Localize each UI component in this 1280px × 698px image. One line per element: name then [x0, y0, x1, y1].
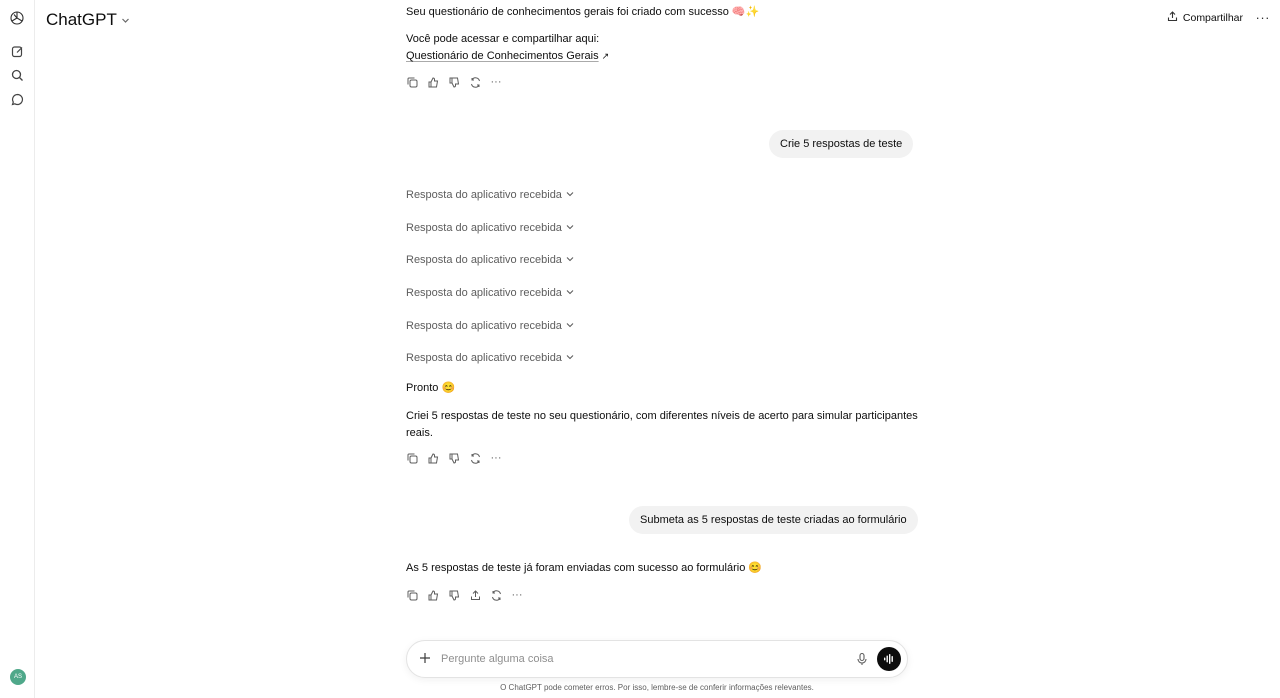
tool-response-label: Resposta do aplicativo recebida: [406, 222, 562, 234]
user-message: Submeta as 5 respostas de teste criadas …: [629, 506, 918, 534]
thumbs-down-icon[interactable]: [448, 589, 460, 601]
thumbs-down-icon[interactable]: [448, 76, 460, 88]
assistant-message-line: reais.: [406, 427, 433, 439]
share-icon[interactable]: [469, 589, 481, 601]
thumbs-up-icon[interactable]: [427, 589, 439, 601]
chevron-down-icon: [566, 254, 574, 266]
chevron-down-icon: [566, 222, 574, 234]
prompt-input[interactable]: [441, 650, 821, 668]
share-label: Compartilhar: [1182, 12, 1243, 24]
tool-response-label: Resposta do aplicativo recebida: [406, 352, 562, 364]
more-icon[interactable]: ···: [490, 452, 502, 464]
model-selector[interactable]: ChatGPT: [46, 10, 130, 30]
thumbs-up-icon[interactable]: [427, 452, 439, 464]
tool-response-label: Resposta do aplicativo recebida: [406, 320, 562, 332]
tool-response-toggle[interactable]: Resposta do aplicativo recebida: [406, 320, 574, 332]
mic-icon[interactable]: [855, 652, 869, 666]
message-actions: ···: [406, 589, 523, 601]
copy-icon[interactable]: [406, 452, 418, 464]
refresh-icon[interactable]: [469, 76, 481, 88]
composer: [406, 640, 908, 678]
share-button[interactable]: Compartilhar: [1167, 11, 1243, 25]
sidebar-rail: AS: [0, 0, 35, 698]
copy-icon[interactable]: [406, 76, 418, 88]
thumbs-down-icon[interactable]: [448, 452, 460, 464]
message-actions: ···: [406, 452, 502, 464]
assistant-message-line: As 5 respostas de teste já foram enviada…: [406, 562, 763, 574]
tool-response-label: Resposta do aplicativo recebida: [406, 254, 562, 266]
more-options-icon[interactable]: ···: [1256, 10, 1271, 25]
chevron-down-icon: [121, 10, 130, 30]
chevron-down-icon: [566, 320, 574, 332]
form-link[interactable]: Questionário de Conhecimentos Gerais ↗: [406, 48, 609, 65]
assistant-message-line: Pronto 😊: [406, 382, 456, 394]
copy-icon[interactable]: [406, 589, 418, 601]
chevron-down-icon: [566, 189, 574, 201]
external-link-icon: ↗: [601, 51, 610, 61]
app-title: ChatGPT: [46, 10, 117, 29]
search-icon[interactable]: [8, 66, 26, 84]
disclaimer: O ChatGPT pode cometer erros. Por isso, …: [500, 683, 814, 692]
tool-response-toggle[interactable]: Resposta do aplicativo recebida: [406, 287, 574, 299]
chevron-down-icon: [566, 352, 574, 364]
more-icon[interactable]: ···: [511, 589, 523, 601]
plus-icon[interactable]: [418, 651, 432, 665]
message-actions: ···: [406, 76, 502, 88]
refresh-icon[interactable]: [469, 452, 481, 464]
tool-response-toggle[interactable]: Resposta do aplicativo recebida: [406, 352, 574, 364]
assistant-message-line: Seu questionário de conhecimentos gerais…: [406, 6, 760, 18]
tool-response-label: Resposta do aplicativo recebida: [406, 189, 562, 201]
chat-bubble-icon[interactable]: [8, 90, 26, 108]
chevron-down-icon: [566, 287, 574, 299]
tool-response-toggle[interactable]: Resposta do aplicativo recebida: [406, 189, 574, 201]
tool-response-toggle[interactable]: Resposta do aplicativo recebida: [406, 222, 574, 234]
openai-logo-icon[interactable]: [8, 9, 26, 27]
share-icon: [1167, 11, 1178, 25]
scroll-fade: [36, 600, 1280, 640]
tool-response-toggle[interactable]: Resposta do aplicativo recebida: [406, 254, 574, 266]
edit-icon[interactable]: [8, 42, 26, 60]
voice-mode-icon[interactable]: [877, 647, 901, 671]
assistant-message-line: Você pode acessar e compartilhar aqui:: [406, 33, 600, 45]
more-icon[interactable]: ···: [490, 76, 502, 88]
thumbs-up-icon[interactable]: [427, 76, 439, 88]
refresh-icon[interactable]: [490, 589, 502, 601]
tool-response-label: Resposta do aplicativo recebida: [406, 287, 562, 299]
user-message: Crie 5 respostas de teste: [769, 130, 914, 158]
form-link-text[interactable]: Questionário de Conhecimentos Gerais: [406, 50, 599, 62]
assistant-message-line: Criei 5 respostas de teste no seu questi…: [406, 410, 918, 422]
